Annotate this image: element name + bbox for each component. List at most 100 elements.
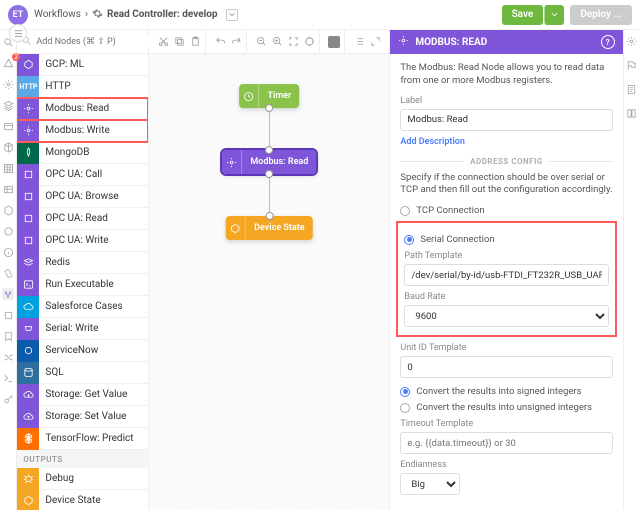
zoom-out-icon[interactable] — [255, 36, 267, 48]
help-icon[interactable]: ? — [601, 35, 615, 49]
modbus-icon — [17, 98, 39, 120]
node-search-input[interactable] — [36, 37, 150, 47]
settings-icon[interactable] — [626, 36, 637, 50]
copy-icon[interactable] — [173, 36, 185, 48]
canvas-node-device-state[interactable]: Device State — [226, 216, 312, 240]
terminal-icon[interactable] — [2, 372, 14, 384]
database-icon — [17, 362, 39, 384]
node-modbus-read[interactable]: Modbus: Read — [17, 98, 148, 120]
node-opcua-browse[interactable]: OPC UA: Browse — [17, 186, 148, 208]
node-device-state[interactable]: Device State — [17, 490, 148, 510]
node-mongodb[interactable]: MongoDB — [17, 142, 148, 164]
badge-icon[interactable] — [2, 309, 14, 321]
breadcrumb-current[interactable]: Read Controller: develop — [107, 9, 218, 20]
node-debug[interactable]: Debug — [17, 468, 148, 490]
node-sql[interactable]: SQL — [17, 362, 148, 384]
tcp-connection-radio[interactable]: TCP Connection — [400, 205, 612, 216]
baud-rate-select[interactable]: 9600 — [404, 305, 608, 327]
save-dropdown-button[interactable] — [544, 5, 564, 25]
breadcrumb: Workflows › Read Controller: develop — [34, 8, 238, 22]
node-modbus-write[interactable]: Modbus: Write — [17, 120, 148, 142]
serial-connection-radio[interactable]: Serial Connection — [404, 234, 608, 245]
menu-toggle-icon[interactable] — [9, 24, 27, 42]
device-icon — [226, 216, 246, 240]
modbus-icon — [17, 120, 39, 142]
label-input[interactable] — [400, 109, 612, 131]
loop-icon[interactable] — [2, 267, 14, 279]
right-rail — [623, 30, 640, 510]
chevron-down-icon[interactable] — [226, 9, 238, 21]
info-icon[interactable] — [2, 246, 14, 258]
address-config-desc: Specify if the connection should be over… — [400, 172, 612, 198]
circle-icon[interactable] — [2, 225, 14, 237]
expand-icon[interactable] — [369, 36, 381, 48]
layers-icon[interactable] — [2, 99, 14, 111]
endianness-select[interactable]: Big — [400, 473, 460, 495]
grid-icon[interactable] — [2, 162, 14, 174]
modbus-icon — [222, 150, 242, 174]
node-opcua-call[interactable]: OPC UA: Call — [17, 164, 148, 186]
node-salesforce-cases[interactable]: Salesforce Cases — [17, 296, 148, 318]
outputs-header: OUTPUTS — [17, 450, 148, 468]
node-http[interactable]: HTTPHTTP — [17, 76, 148, 98]
bug-icon — [17, 468, 39, 490]
redo-icon[interactable] — [230, 36, 242, 48]
canvas[interactable]: Timer Modbus: Read Device State — [149, 30, 389, 510]
table-icon[interactable] — [2, 183, 14, 195]
inbox-icon[interactable] — [2, 120, 14, 132]
avatar[interactable]: ET — [8, 5, 28, 25]
bookmark-icon[interactable] — [2, 330, 14, 342]
deploy-button[interactable]: Deploy ... — [570, 5, 632, 25]
canvas-node-timer[interactable]: Timer — [239, 84, 299, 108]
node-storage-set[interactable]: Storage: Set Value — [17, 406, 148, 428]
unsigned-radio[interactable]: Convert the results into unsigned intege… — [400, 402, 612, 413]
endianness-label: Endianness — [400, 460, 612, 470]
node-palette: ‹ › GCP: ML HTTPHTTP Modbus: Read Modbus… — [17, 30, 149, 510]
path-template-input[interactable] — [404, 264, 608, 286]
crosshair-icon[interactable] — [303, 36, 315, 48]
zoom-in-icon[interactable] — [271, 36, 283, 48]
node-gcp-ml[interactable]: GCP: ML — [17, 54, 148, 76]
config-panel: MODBUS: READ ? The Modbus: Read Node all… — [389, 30, 622, 510]
node-tensorflow[interactable]: TensorFlow: Predict — [17, 428, 148, 450]
node-redis[interactable]: Redis — [17, 252, 148, 274]
alerts-icon[interactable] — [2, 57, 14, 69]
hexagon-icon[interactable] — [2, 204, 14, 216]
fit-icon[interactable] — [287, 36, 299, 48]
canvas-node-modbus-read[interactable]: Modbus: Read — [222, 150, 316, 174]
top-bar: ET Workflows › Read Controller: develop … — [0, 0, 640, 30]
node-opcua-read[interactable]: OPC UA: Read — [17, 208, 148, 230]
note-icon[interactable] — [626, 84, 637, 98]
breadcrumb-root[interactable]: Workflows — [34, 9, 81, 20]
node-serial-write[interactable]: Serial: Write — [17, 318, 148, 340]
address-config-header: ADDRESS CONFIG — [400, 157, 612, 166]
terminal-icon — [17, 274, 39, 296]
panel-title: MODBUS: READ — [415, 37, 487, 48]
node-storage-get[interactable]: Storage: Get Value — [17, 384, 148, 406]
save-button[interactable]: Save — [502, 5, 544, 25]
paste-icon[interactable] — [189, 36, 201, 48]
add-icon[interactable] — [328, 36, 340, 48]
signed-radio[interactable]: Convert the results into signed integers — [400, 386, 612, 397]
node-run-executable[interactable]: Run Executable — [17, 274, 148, 296]
flag-icon[interactable] — [626, 60, 637, 74]
cube-icon[interactable] — [2, 141, 14, 153]
servicenow-icon — [17, 340, 39, 362]
timeout-input[interactable] — [400, 432, 612, 454]
node-opcua-write[interactable]: OPC UA: Write — [17, 230, 148, 252]
cut-icon[interactable] — [157, 36, 169, 48]
key-icon[interactable] — [2, 393, 14, 405]
modbus-icon — [398, 35, 409, 49]
serial-icon — [17, 318, 39, 340]
gcp-icon — [17, 54, 39, 76]
add-description-link[interactable]: Add Description — [400, 137, 465, 147]
shuffle-icon[interactable] — [2, 351, 14, 363]
settings-icon[interactable] — [2, 78, 14, 90]
book-icon[interactable] — [626, 108, 637, 122]
node-servicenow[interactable]: ServiceNow — [17, 340, 148, 362]
list-icon[interactable] — [353, 36, 365, 48]
unit-id-input[interactable] — [400, 356, 612, 378]
mongodb-icon — [17, 142, 39, 164]
flow-icon[interactable] — [2, 288, 14, 300]
undo-icon[interactable] — [214, 36, 226, 48]
